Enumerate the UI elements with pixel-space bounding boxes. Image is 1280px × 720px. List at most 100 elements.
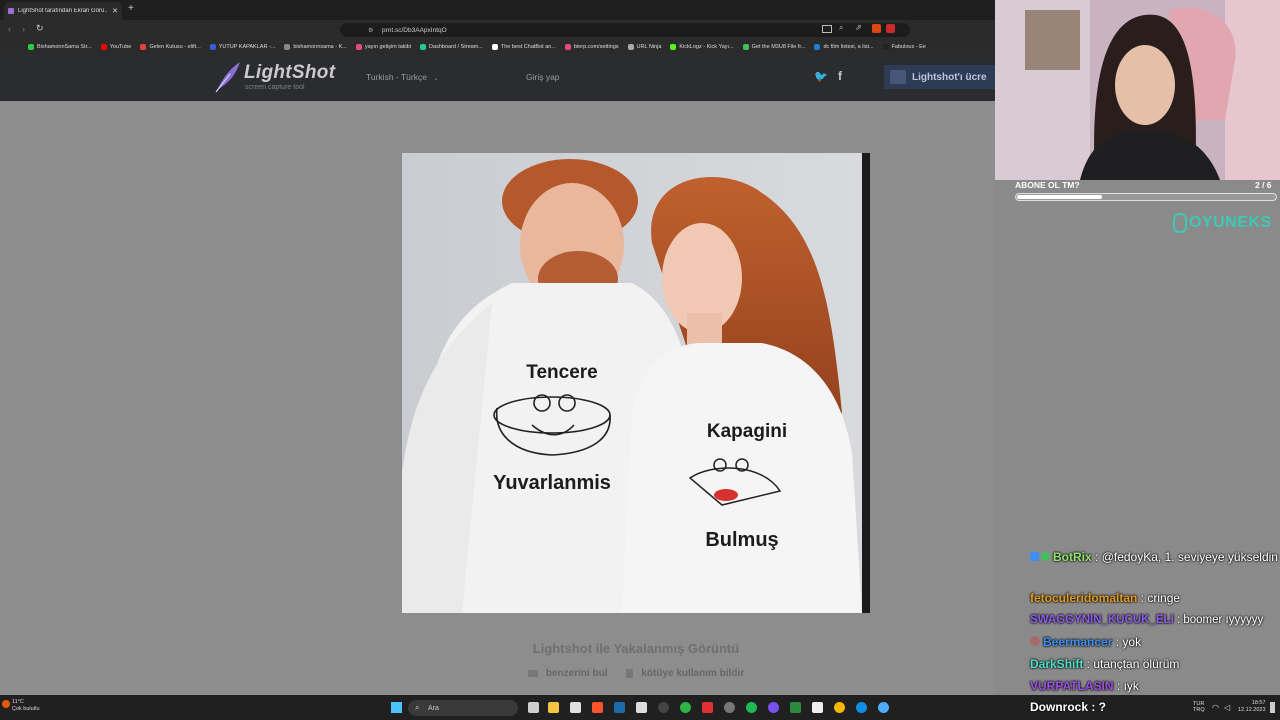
facebook-icon[interactable]: f [838,69,842,83]
bookmark-item[interactable]: BishamonnSama Str... [28,44,92,50]
notification-icon[interactable] [1270,702,1275,713]
bookmark-favicon-icon [742,44,749,50]
weather-icon [2,700,10,708]
store-icon[interactable] [570,702,581,713]
bookmark-item[interactable]: Gelen Kutusu - elift... [140,44,201,50]
download-icon [890,70,906,84]
close-tab-icon[interactable]: ✕ [112,7,118,15]
language-indicator[interactable]: TUR TRQ [1193,701,1205,713]
weather-widget[interactable]: 11°C Çok bulutlu [2,699,40,713]
forward-icon[interactable]: › [22,24,25,34]
new-tab-icon[interactable]: + [128,3,134,14]
bookmark-item[interactable]: bierp.com/settings [564,44,619,50]
chat-text: @fedoyKa, 1. seviyeye yükseldin [1101,550,1278,564]
brand-tagline: screen capture tool [245,84,305,91]
chat-message: VURPATLASIN : ıyk [1030,679,1139,693]
bookmark-item[interactable]: YouTube [100,44,131,50]
lips-icon [714,489,738,501]
share-icon[interactable]: ⇗ [855,23,862,32]
edge-icon[interactable] [856,702,867,713]
bookmark-item[interactable]: bishamonnsama - K... [284,44,347,50]
app-icon[interactable] [812,702,823,713]
xbox-icon[interactable] [680,702,691,713]
bookmarks-bar: BishamonnSama Str... YouTube Gelen Kutus… [0,40,995,54]
site-info-icon[interactable]: ⚙ [368,27,373,34]
chat-username[interactable]: Beermancer [1043,635,1112,649]
browser-tab-bar [0,0,995,20]
chat-text: ıyk [1123,679,1139,693]
bookmark-favicon-icon [420,44,427,50]
bookmark-item[interactable]: yayın gelişim takibi [355,44,411,50]
chat-username[interactable]: DarkShift [1030,657,1083,671]
task-view-icon[interactable] [528,702,539,713]
image-actions: benzerini bul kötüye kullanım bildir [402,668,870,679]
app-icon[interactable] [790,702,801,713]
chat-username[interactable]: VURPATLASIN [1030,679,1114,693]
image-caption: Lightshot ile Yakalanmış Görüntü [532,641,740,656]
wifi-icon[interactable]: ◠ [1212,703,1219,712]
system-clock[interactable]: 18:57 12.12.2023 [1238,700,1266,714]
file-explorer-icon[interactable] [548,702,559,713]
sponsor-logo: OYUNEKS [1173,213,1272,233]
brave-icon[interactable] [592,702,603,713]
app-icon[interactable] [702,702,713,713]
site-header [0,54,995,101]
shirt-text-left-bottom: Yuvarlanmis [493,472,611,494]
spotify-icon[interactable] [746,702,757,713]
chat-username[interactable]: fetoculeridomaltan [1030,591,1137,605]
extension-icon[interactable] [886,24,895,33]
bookmark-item[interactable]: Fabulous - Ee [882,44,926,50]
url-text: prnt.sc/Db3AApxIntqO [382,26,447,34]
browser-tab[interactable]: LightShot tarafından Ekran Görü... ✕ [4,2,122,20]
start-icon[interactable] [391,702,402,713]
chat-username[interactable]: BotRix [1053,550,1092,564]
chat-message: DarkShift : utançtan ölürüm [1030,657,1180,671]
bookmark-item[interactable]: The best ChatBot an... [491,44,556,50]
chat-text: boomer ıyyyyyy [1183,614,1264,626]
obs-icon[interactable] [658,702,669,713]
stream-alert: Downrock : ? [1030,700,1107,714]
screenshot-image[interactable]: Tencere Yuvarlanmis Kapagini Bulmuş [402,153,870,613]
tab-title: LightShot tarafından Ekran Görü... [18,8,109,14]
chat-message: SWAGGYNIN_KUCUK_ELI : boomer ıyyyyyy [1030,614,1264,626]
bookmark-favicon-icon [627,44,634,50]
taskbar-search[interactable]: ⌕ Ara [408,700,518,716]
back-icon[interactable]: ‹ [8,24,11,34]
bookmark-item[interactable]: KickLogz - Kick Yayı... [670,44,734,50]
report-abuse-link[interactable]: kötüye kullanım bildir [622,668,748,679]
find-similar-link[interactable]: benzerini bul [524,668,612,679]
chat-text: utançtan ölürüm [1093,657,1180,671]
bookmark-item[interactable]: dc film listesi, a list... [814,44,874,50]
app-icon[interactable] [724,702,735,713]
chat-text: cringe [1147,591,1181,605]
language-selector[interactable]: Turkish - Türkçe ⌄ [366,72,438,82]
bookmark-favicon-icon [814,44,821,50]
chevron-down-icon: ⌄ [433,76,439,82]
login-link[interactable]: Giriş yap [526,72,560,82]
user-badge-icon [1030,636,1040,646]
app-icon[interactable] [768,702,779,713]
chat-message: fetoculeridomaltan : cringe [1030,591,1181,605]
cast-icon[interactable] [822,25,832,33]
search-icon: ⌕ [415,703,420,712]
bookmark-item[interactable]: Get the M3U8 File fr... [742,44,805,50]
chrome-icon[interactable] [834,702,845,713]
extension-icon[interactable] [872,24,881,33]
twitter-icon[interactable]: 🐦 [814,70,828,83]
bookmark-item[interactable]: Dashboard / Stream... [420,44,483,50]
reload-icon[interactable]: ↻ [36,23,44,34]
bookmark-favicon-icon [491,44,498,50]
bookmark-favicon-icon [209,44,216,50]
app-icon[interactable] [636,702,647,713]
bookmark-item[interactable]: URL Ninja [627,44,661,50]
app-icon[interactable] [878,702,889,713]
volume-icon[interactable]: ◁ [1224,703,1230,712]
zoom-icon[interactable]: ⌕ [839,23,843,33]
chat-username[interactable]: SWAGGYNIN_KUCUK_ELI [1030,614,1174,626]
steam-icon[interactable] [614,702,625,713]
bookmark-favicon-icon [28,44,34,50]
bookmark-favicon-icon [284,44,291,50]
lightshot-logo[interactable]: LightShot screen capture tool [212,60,335,96]
download-button[interactable]: Lightshot'ı ücre [884,65,995,89]
bookmark-item[interactable]: YUTUP KAPAKLAR -... [209,44,275,50]
